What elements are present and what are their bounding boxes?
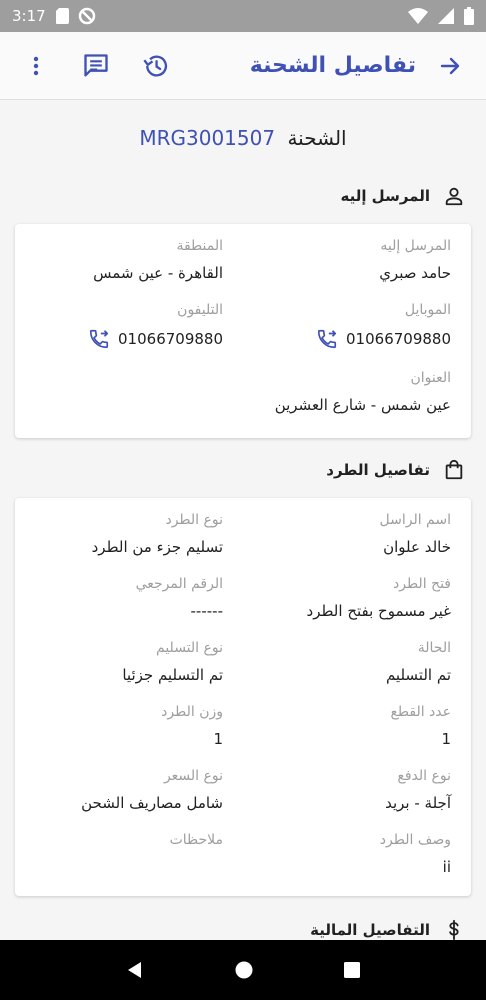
phone-forward-icon[interactable] [88,328,110,350]
price-type-field: نوع السعر شامل مصاريف الشحن [23,768,223,812]
field-label: عدد القطع [390,704,451,720]
field-value: تم التسليم جزئيا [122,666,223,684]
app-bar: تفاصيل الشحنة [0,32,486,100]
package-section-title: تفاصيل الطرد [326,458,466,482]
field-label: نوع التسليم [156,640,223,656]
sender-name-field: اسم الراسل خالد علوان [251,512,452,556]
shopping-bag-icon [442,458,466,482]
field-value: آجلة - بريد [385,794,451,812]
back-triangle-icon[interactable] [125,960,145,980]
phone-number: 01066709880 [118,330,223,348]
package-card: اسم الراسل خالد علوان نوع الطرد تسليم جز… [15,498,471,896]
battery-icon [464,7,474,25]
arrow-right-icon [440,57,460,74]
phone-value[interactable]: 01066709880 [23,328,223,350]
mobile-value[interactable]: 01066709880 [251,328,451,350]
weight-field: وزن الطرد 1 [23,704,223,748]
messages-button[interactable] [76,46,116,86]
message-icon [84,53,108,77]
shipment-label: الشحنة [287,126,347,150]
field-label: نوع السعر [163,768,223,784]
field-value: غير مسموح بفتح الطرد [306,602,451,620]
field-label: وصف الطرد [379,832,451,848]
shipment-header: الشحنة MRG3001507 [0,126,486,150]
field-value: شامل مصاريف الشحن [81,794,223,812]
field-value: 1 [441,730,451,748]
field-value: 1 [213,730,223,748]
recents-square-icon[interactable] [343,961,361,979]
field-label: اسم الراسل [379,512,452,528]
financial-section-label: التفاصيل المالية [310,921,430,939]
recipient-field: المرسل إليه حامد صبري [251,238,451,282]
wifi-icon [408,8,428,24]
back-button[interactable] [430,46,470,86]
field-label: المنطقة [176,238,223,254]
payment-type-field: نوع الدفع آجلة - بريد [251,768,451,812]
more-vert-icon [33,56,39,75]
sd-card-icon [55,8,69,24]
status-field: الحالة تم التسليم [251,640,451,684]
field-value: خالد علوان [383,538,451,556]
package-section-label: تفاصيل الطرد [326,461,430,479]
reference-field: الرقم المرجعي ------ [23,576,223,620]
field-label: نوع الطرد [165,512,223,528]
person-icon [442,184,466,208]
recipient-section-label: المرسل إليه [340,187,430,205]
field-label: المرسل إليه [380,238,451,254]
field-value: القاهرة - عين شمس [93,264,223,282]
field-label: الموبايل [404,302,451,318]
status-bar: 3:17 [0,0,486,32]
field-label: الرقم المرجعي [135,576,223,592]
open-package-field: فتح الطرد غير مسموح بفتح الطرد [251,576,451,620]
history-icon [143,55,168,77]
field-label: العنوان [410,370,451,386]
status-time: 3:17 [12,7,46,25]
recipient-section-title: المرسل إليه [340,184,466,208]
field-label: فتح الطرد [392,576,451,592]
more-options-button[interactable] [16,46,56,86]
field-value: تم التسليم [385,666,451,684]
field-value: ii [442,858,451,876]
history-button[interactable] [136,46,176,86]
region-field: المنطقة القاهرة - عين شمس [23,238,223,282]
field-value: عين شمس - شارع العشرين [274,396,451,414]
field-value: تسليم جزء من الطرد [91,538,223,556]
field-label: الحالة [417,640,451,656]
package-type-field: نوع الطرد تسليم جزء من الطرد [23,512,223,556]
field-label: التليفون [177,302,223,318]
description-field: وصف الطرد ii [251,832,451,876]
mobile-field: الموبايل 01066709880 [251,302,451,350]
signal-icon [438,8,454,24]
field-value: ------ [190,602,223,620]
shipment-number: MRG3001507 [139,126,276,150]
data-saver-icon [78,7,95,25]
field-value: حامد صبري [379,264,451,282]
address-field: العنوان عين شمس - شارع العشرين [151,370,451,414]
phone-forward-icon[interactable] [316,328,338,350]
recipient-card: المرسل إليه حامد صبري المنطقة القاهرة - … [15,224,471,438]
pieces-field: عدد القطع 1 [251,704,451,748]
page-title: تفاصيل الشحنة [249,53,416,78]
mobile-number: 01066709880 [346,330,451,348]
field-label: وزن الطرد [161,704,223,720]
delivery-type-field: نوع التسليم تم التسليم جزئيا [23,640,223,684]
financial-section-title: التفاصيل المالية [310,918,466,942]
system-nav-bar [0,940,486,1000]
field-label: ملاحظات [169,832,223,848]
dollar-icon [442,918,466,942]
notes-field: ملاحظات [23,832,223,858]
home-circle-icon[interactable] [234,960,254,980]
phone-field: التليفون 01066709880 [23,302,223,350]
field-label: نوع الدفع [397,768,451,784]
